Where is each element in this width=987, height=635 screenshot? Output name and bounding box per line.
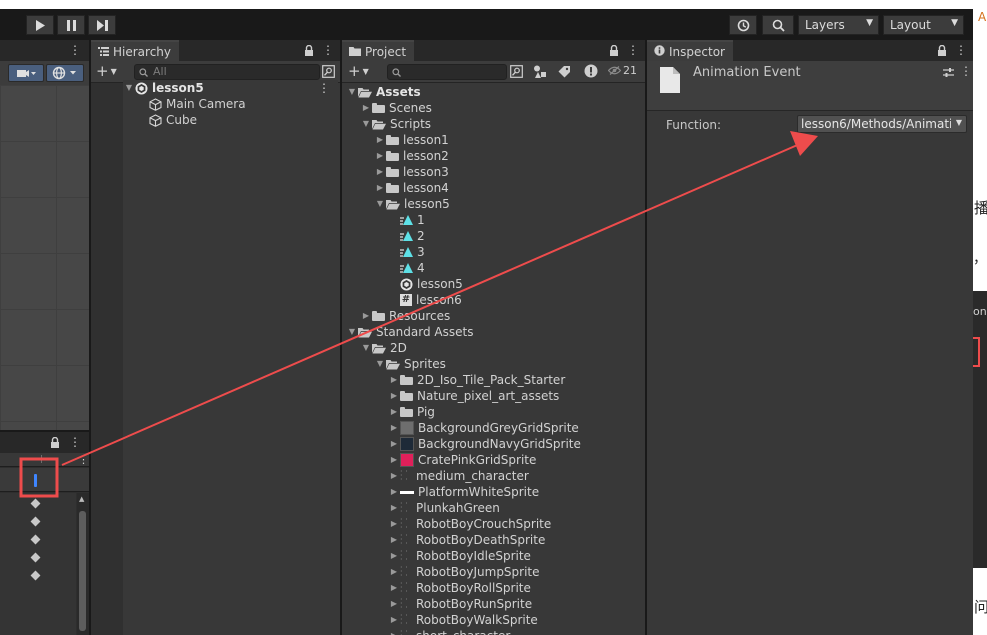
side-fragment-ons: ons [973, 305, 987, 318]
annotation-arrow-head [790, 131, 818, 156]
side-fragment-wen: 问 [974, 598, 987, 616]
side-fragment-a: A [978, 10, 987, 24]
annotation-overlay [19, 131, 818, 498]
background-document-strip: A 播 ， ons 问 [973, 0, 987, 635]
side-annotation-box [973, 337, 980, 367]
annotation-highlight-box [19, 457, 59, 498]
side-dark-window: ons [973, 291, 987, 568]
annotation-arrow-line [61, 142, 803, 466]
side-fragment-comma: ， [973, 251, 987, 267]
unity-editor-window: Layers ▼ Layout ▼ ⋮ ⋮ | ⋮ ▲ Hierarchy ⋮ … [0, 0, 973, 635]
side-fragment-bo: 播 [974, 199, 987, 217]
